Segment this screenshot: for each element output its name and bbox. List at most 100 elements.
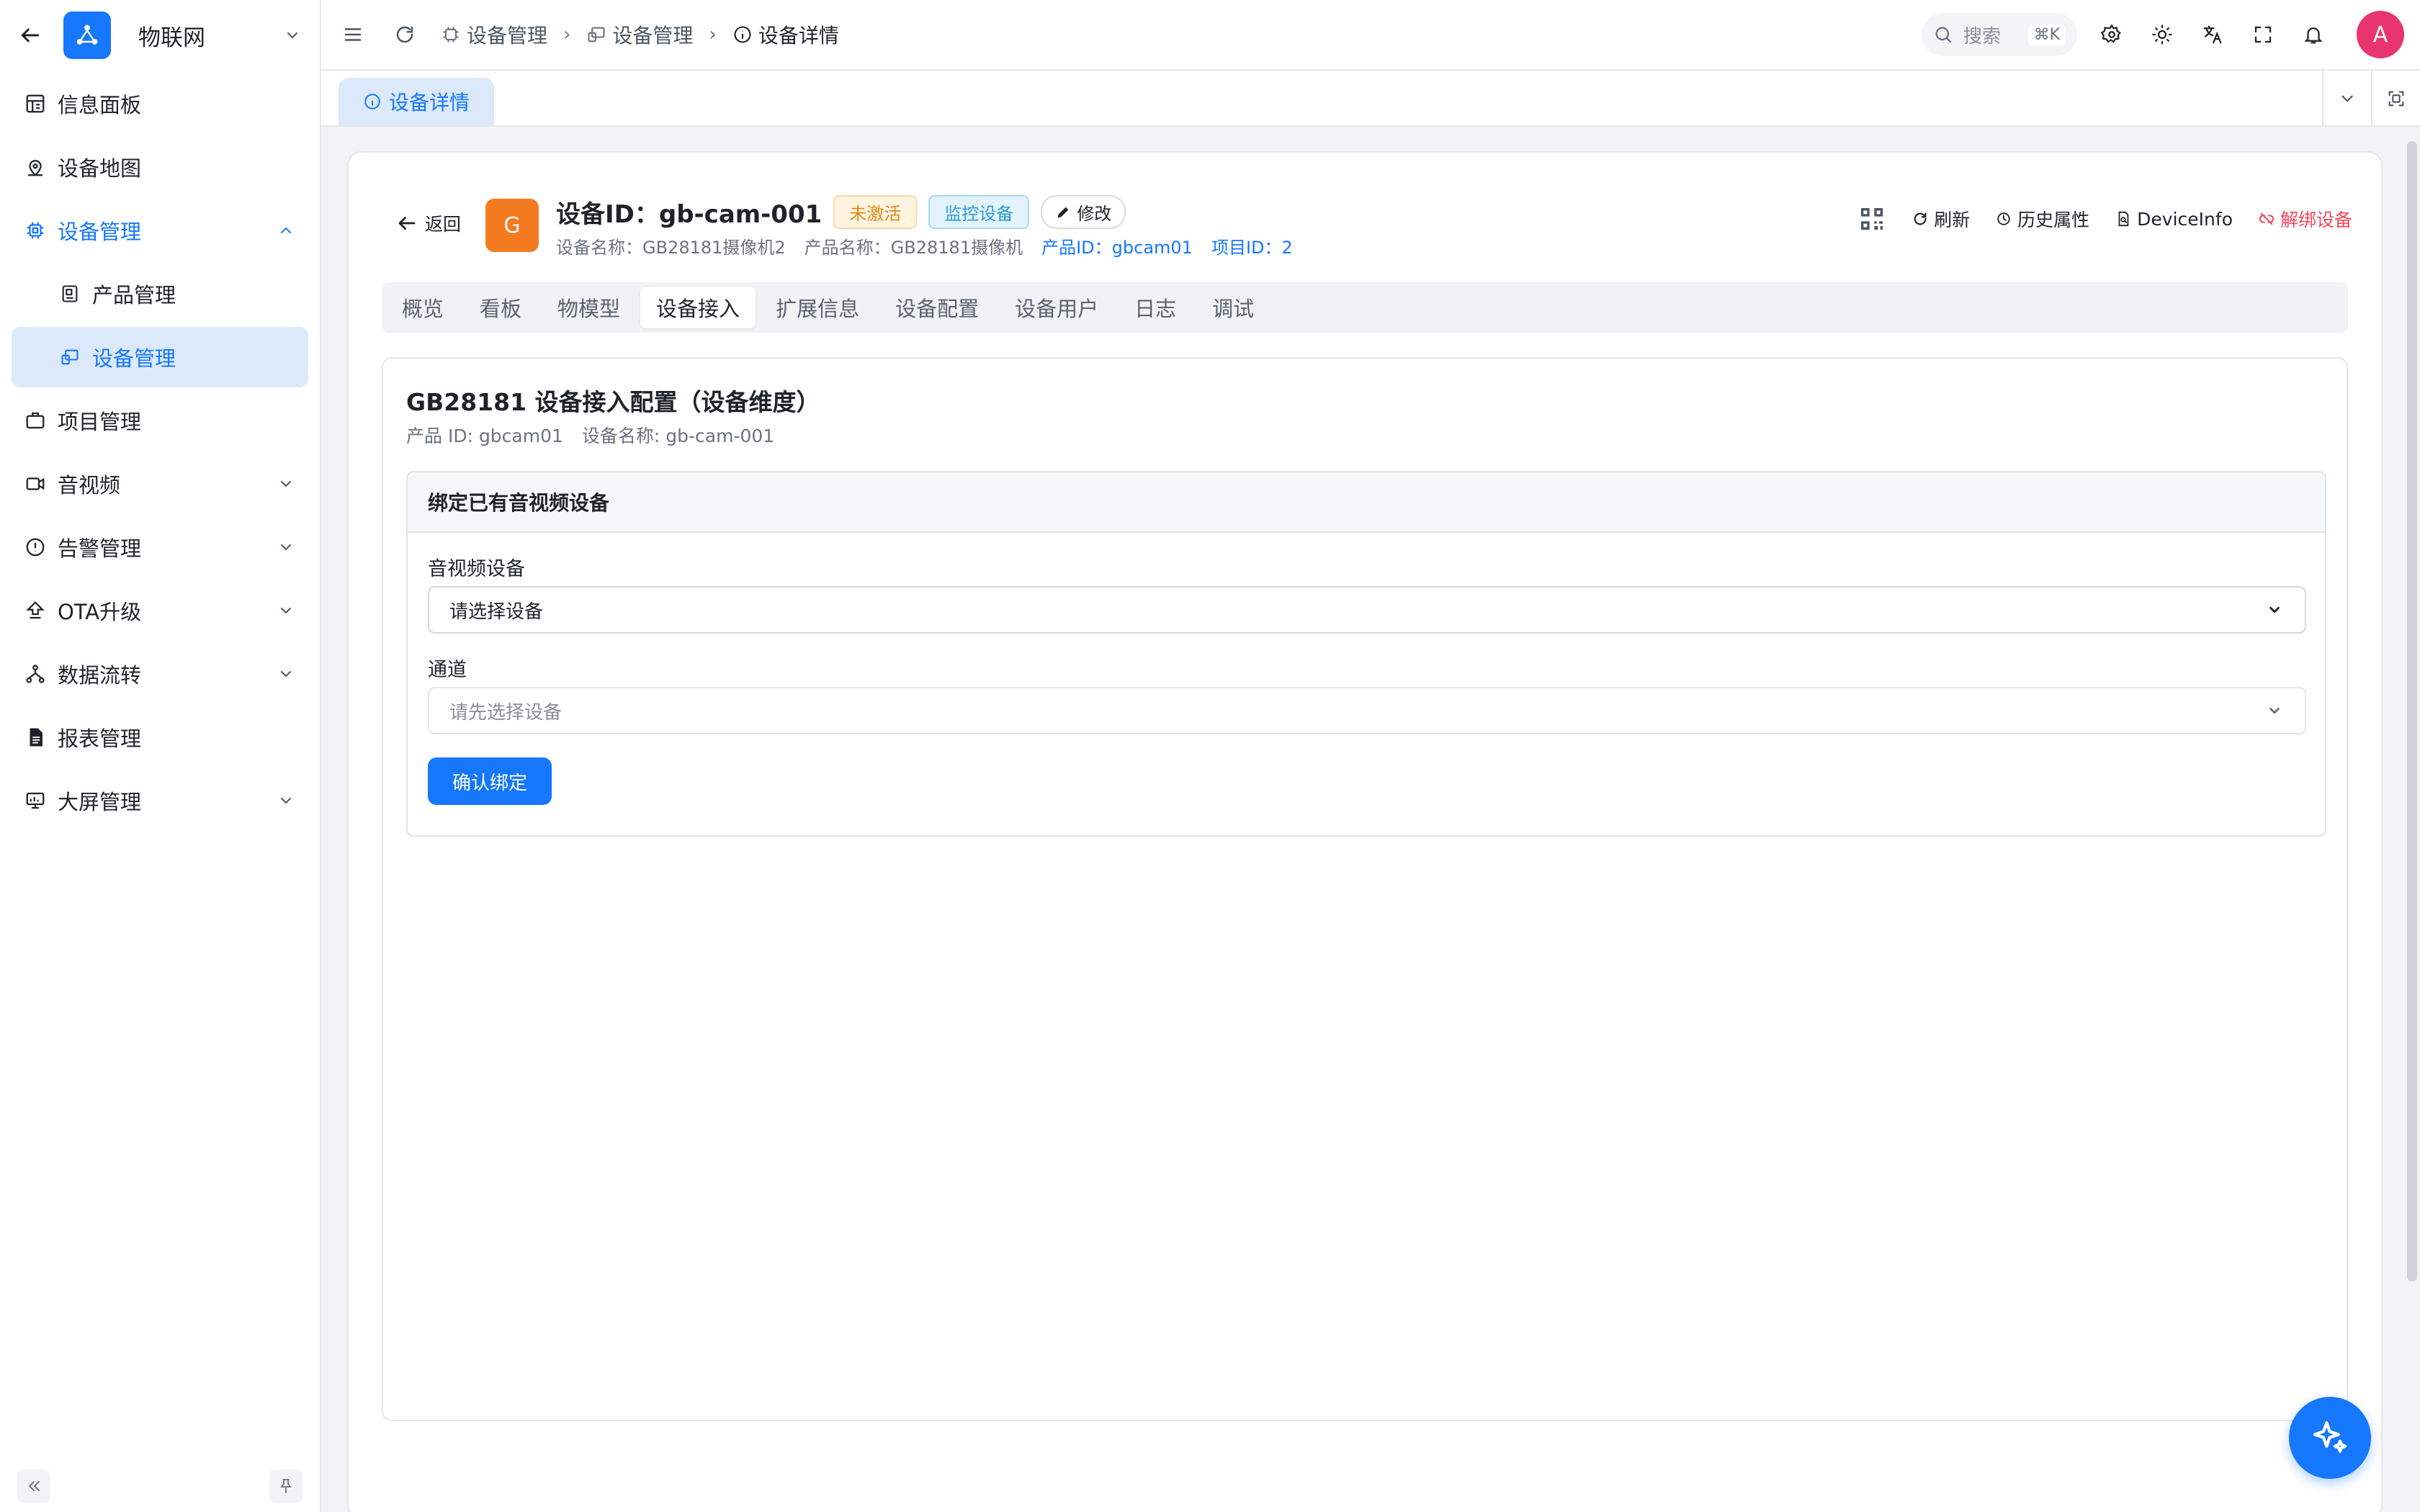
sidebar-item-label: 设备管理 (92, 346, 176, 371)
chevron-down-icon (275, 790, 297, 811)
sidebar-item-project-management[interactable]: 项目管理 (12, 390, 308, 451)
device-icon (58, 345, 82, 369)
chip-icon (23, 218, 48, 243)
unbind-device-button[interactable]: 解绑设备 (2259, 206, 2352, 232)
sidebar-item-dashboard[interactable]: 信息面板 (12, 73, 308, 134)
channel-label: 通道 (428, 659, 467, 681)
page-scrollbar[interactable] (2407, 141, 2417, 1282)
back-arrow-icon[interactable] (16, 21, 45, 50)
reload-icon[interactable] (389, 19, 421, 50)
video-icon (23, 472, 48, 496)
app-title: 物联网 (138, 24, 205, 51)
dashboard-icon (23, 91, 48, 116)
tab-logs[interactable]: 日志 (1119, 287, 1192, 328)
product-icon (58, 282, 82, 306)
project-id-link[interactable]: 项目ID：2 (1211, 233, 1293, 258)
info-icon (734, 26, 751, 43)
status-badge: 未激活 (833, 195, 918, 229)
sidebar-item-product-management[interactable]: 产品管理 (12, 264, 308, 324)
back-button[interactable]: 返回 (396, 210, 461, 236)
sidebar-item-data-flow[interactable]: 数据流转 (12, 644, 308, 704)
menu-toggle-icon[interactable] (337, 19, 369, 50)
sidebar-item-label: 告警管理 (58, 536, 142, 561)
bind-box-title: 绑定已有音视频设备 (408, 472, 2325, 533)
tab-board[interactable]: 看板 (464, 287, 537, 328)
product-id-link[interactable]: 产品ID：gbcam01 (1041, 233, 1193, 258)
user-avatar[interactable]: A (2357, 11, 2404, 58)
report-icon (23, 725, 48, 750)
pin-icon[interactable] (269, 1470, 302, 1503)
search-shortcut: ⌘K (2027, 24, 2066, 45)
sidebar-item-report-management[interactable]: 报表管理 (12, 707, 308, 768)
chevron-down-icon (275, 473, 297, 495)
bell-icon[interactable] (2298, 19, 2329, 50)
breadcrumb-separator: › (709, 24, 717, 45)
tabstrip-actions (2322, 71, 2420, 127)
confirm-bind-button[interactable]: 确认绑定 (428, 757, 552, 805)
history-attributes-button[interactable]: 历史属性 (1996, 206, 2089, 232)
breadcrumb-item[interactable]: 设备管理 (441, 20, 547, 49)
refresh-button[interactable]: 刷新 (1912, 206, 1970, 232)
sidebar-item-ota-upgrade[interactable]: OTA升级 (12, 580, 308, 641)
device-name-text: 设备名称：GB28181摄像机2 (556, 238, 786, 258)
tab-debug[interactable]: 调试 (1196, 287, 1270, 328)
tab-overview[interactable]: 概览 (386, 287, 460, 328)
tab-list-chevron-down-icon[interactable] (2322, 71, 2371, 127)
monitor-icon (23, 788, 48, 813)
tab-thing-model[interactable]: 物模型 (542, 287, 636, 328)
qrcode-icon (1861, 208, 1883, 230)
channel-select[interactable]: 请先选择设备 (428, 687, 2306, 734)
chip-icon (443, 27, 459, 42)
refresh-icon (1914, 212, 1927, 225)
theme-sun-icon[interactable] (2146, 19, 2178, 50)
av-device-label: 音视频设备 (428, 558, 525, 580)
translate-icon[interactable] (2197, 19, 2228, 50)
search-input[interactable]: 搜索 ⌘K (1922, 13, 2077, 56)
sidebar-item-label: 产品管理 (92, 283, 176, 307)
settings-gear-icon[interactable] (2096, 19, 2128, 50)
collapse-sidebar-button[interactable] (17, 1470, 50, 1503)
chevron-up-icon (275, 220, 297, 241)
maximize-content-icon[interactable] (2371, 71, 2420, 127)
fullscreen-icon[interactable] (2247, 19, 2279, 50)
deviceinfo-button[interactable]: DeviceInfo (2115, 209, 2233, 230)
chevron-down-icon (2264, 701, 2285, 721)
ai-assistant-button[interactable] (2289, 1397, 2371, 1479)
search-placeholder: 搜索 (1963, 25, 2002, 48)
device-header: 返回 G 设备ID：gb-cam-001 未激活 监控设备 修改 设备名称：GB… (396, 190, 2352, 258)
sidebar-item-label: 项目管理 (58, 410, 142, 434)
sidebar-item-audio-video[interactable]: 音视频 (12, 454, 308, 514)
sidebar-item-label: 设备地图 (58, 156, 142, 181)
breadcrumb-item[interactable]: 设备管理 (586, 20, 693, 49)
qrcode-button[interactable] (1857, 204, 1886, 233)
breadcrumb-current: 设备详情 (732, 20, 839, 49)
sidebar-item-device-list[interactable]: 设备管理 (12, 327, 308, 387)
briefcase-icon (23, 408, 48, 433)
breadcrumb-separator: › (563, 24, 571, 45)
device-type-badge: 监控设备 (928, 195, 1030, 229)
product-name-text: 产品名称：GB28181摄像机 (804, 238, 1023, 258)
sidebar-item-alarm-management[interactable]: 告警管理 (12, 517, 308, 577)
file-search-icon (2118, 211, 2129, 227)
access-config-panel: GB28181 设备接入配置（设备维度） 产品 ID: gbcam01 设备名称… (382, 357, 2348, 1421)
sidebar-item-device-map[interactable]: 设备地图 (12, 137, 308, 197)
chevron-down-icon[interactable] (281, 24, 304, 47)
sidebar-item-big-screen[interactable]: 大屏管理 (12, 770, 308, 831)
tab-extended-info[interactable]: 扩展信息 (760, 287, 875, 328)
sidebar-item-label: 数据流转 (58, 663, 142, 688)
search-icon (1935, 27, 1952, 43)
av-device-select[interactable]: 请选择设备 (428, 586, 2306, 634)
tab-device-config[interactable]: 设备配置 (879, 287, 995, 328)
tab-device-detail[interactable]: 设备详情 (339, 78, 495, 125)
device-detail-card: 返回 G 设备ID：gb-cam-001 未激活 监控设备 修改 设备名称：GB… (347, 151, 2383, 1512)
edit-button[interactable]: 修改 (1041, 195, 1126, 229)
header-actions: 搜索 ⌘K A (1922, 11, 2404, 58)
map-icon (23, 155, 48, 179)
tab-device-users[interactable]: 设备用户 (999, 287, 1114, 328)
sidebar-item-device-management[interactable]: 设备管理 (12, 200, 308, 261)
flow-icon (23, 662, 48, 686)
tab-device-access[interactable]: 设备接入 (640, 287, 756, 328)
app-logo (63, 12, 111, 59)
arrow-left-icon (398, 217, 416, 230)
bind-av-device-box: 绑定已有音视频设备 音视频设备 请选择设备 通道 请先选择设备 确认绑定 (406, 471, 2326, 837)
